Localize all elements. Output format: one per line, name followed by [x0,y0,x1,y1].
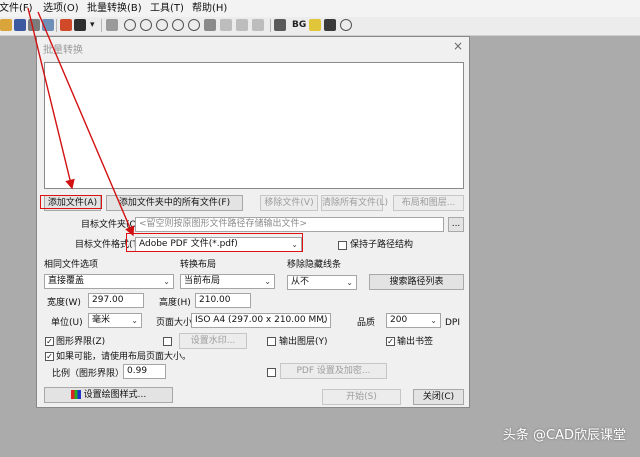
annotation-arrow-to-format [37,11,135,237]
annotation-arrows [27,7,135,237]
annotation-arrow-to-add-file [27,7,75,190]
watermark-text: 头条 @CAD欣辰课堂 [502,428,626,443]
